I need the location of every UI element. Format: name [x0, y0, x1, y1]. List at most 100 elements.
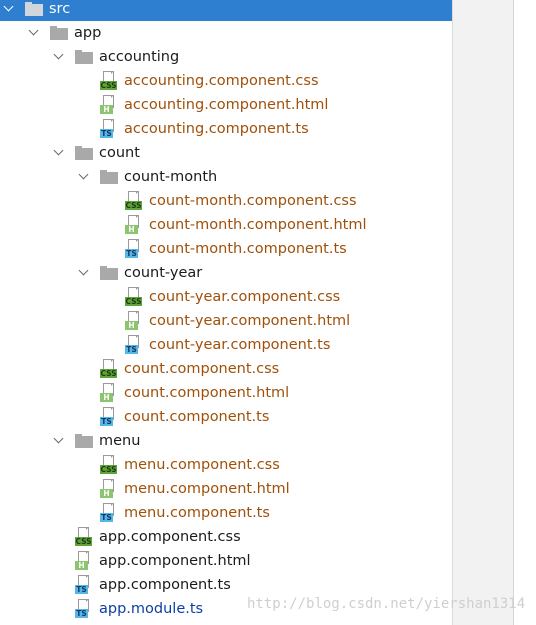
ts-badge: TS: [75, 585, 88, 594]
folder-icon: [75, 146, 93, 160]
css-badge: CSS: [100, 465, 117, 474]
editor-gutter: [452, 0, 514, 625]
css-file-icon: CSS: [100, 359, 118, 379]
tree-item-label: menu.component.ts: [124, 505, 270, 521]
tree-item-label: count-year: [124, 265, 203, 281]
tree-item-label: accounting.component.html: [124, 97, 329, 113]
tree-item-label: accounting.component.css: [124, 73, 319, 89]
tree-item-label: app: [74, 25, 102, 41]
tree-item-label: count.component.css: [124, 361, 280, 377]
chevron-down-icon[interactable]: [78, 169, 89, 180]
html-badge: H: [75, 561, 88, 570]
ts-badge: TS: [125, 345, 138, 354]
tree-file-menu-component-css[interactable]: CSS menu.component.css: [0, 453, 452, 477]
html-file-icon: H: [100, 479, 118, 499]
css-file-icon: CSS: [75, 527, 93, 547]
chevron-down-icon[interactable]: [78, 265, 89, 276]
tree-folder-count[interactable]: count: [0, 141, 452, 165]
tree-item-label: count-month.component.html: [149, 217, 367, 233]
tree-file-app-component-html[interactable]: Happ.component.html: [0, 549, 452, 573]
html-file-icon: H: [100, 383, 118, 403]
ts-file-icon: TS: [100, 407, 118, 427]
ts-file-icon: TS: [100, 119, 118, 139]
tree-folder-accounting[interactable]: accounting: [0, 45, 452, 69]
ts-file-icon: TS: [125, 239, 143, 259]
tree-item-label: accounting: [99, 49, 180, 65]
tree-file-count-component-css[interactable]: CSS count.component.css: [0, 357, 452, 381]
tree-item-label: count-month.component.ts: [149, 241, 347, 257]
chevron-down-icon[interactable]: [3, 1, 14, 12]
tree-item-label: count-year.component.ts: [149, 337, 331, 353]
html-badge: H: [125, 225, 138, 234]
tree-file-app-component-css[interactable]: CSS app.component.css: [0, 525, 452, 549]
tree-file-count-month-component-css[interactable]: CSS count-month.component.css: [0, 189, 452, 213]
tree-file-accounting-component-ts[interactable]: TS accounting.component.ts: [0, 117, 452, 141]
tree-folder-src[interactable]: src: [0, 0, 452, 21]
tree-item-label: app.module.ts: [99, 601, 204, 617]
watermark: http://blog.csdn.net/yiershan1314: [247, 596, 526, 612]
tree-file-count-year-component-html[interactable]: Hcount-year.component.html: [0, 309, 452, 333]
tree-folder-count-month[interactable]: count-month: [0, 165, 452, 189]
tree-file-count-component-ts[interactable]: TS count.component.ts: [0, 405, 452, 429]
ts-file-icon: TS: [125, 335, 143, 355]
css-file-icon: CSS: [125, 287, 143, 307]
chevron-down-icon[interactable]: [53, 49, 64, 60]
folder-icon: [100, 170, 118, 184]
tree-file-count-month-component-ts[interactable]: TS count-month.component.ts: [0, 237, 452, 261]
html-file-icon: H: [125, 311, 143, 331]
html-file-icon: H: [125, 215, 143, 235]
tree-item-label: app.component.css: [99, 529, 241, 545]
chevron-down-icon[interactable]: [53, 433, 64, 444]
html-file-icon: H: [100, 95, 118, 115]
tree-item-label: accounting.component.ts: [124, 121, 309, 137]
html-file-icon: H: [75, 551, 93, 571]
tree-item-label: count-month: [124, 169, 218, 185]
tree-file-accounting-component-css[interactable]: CSS accounting.component.css: [0, 69, 452, 93]
ts-file-icon: TS: [75, 599, 93, 619]
ts-file-icon: TS: [75, 575, 93, 595]
html-badge: H: [100, 105, 113, 114]
css-file-icon: CSS: [100, 455, 118, 475]
tree-file-count-year-component-ts[interactable]: TS count-year.component.ts: [0, 333, 452, 357]
chevron-down-icon[interactable]: [53, 145, 64, 156]
tree-item-label: count-year.component.css: [149, 289, 341, 305]
chevron-down-icon[interactable]: [28, 25, 39, 36]
ts-badge: TS: [75, 609, 88, 618]
css-file-icon: CSS: [100, 71, 118, 91]
css-badge: CSS: [125, 201, 142, 210]
tree-item-label: app.component.ts: [99, 577, 231, 593]
css-badge: CSS: [75, 537, 92, 546]
ts-badge: TS: [100, 513, 113, 522]
tree-item-label: app.component.html: [99, 553, 251, 569]
tree-item-label: count: [99, 145, 140, 161]
tree-file-app-component-ts[interactable]: TS app.component.ts: [0, 573, 452, 597]
tree-item-label: count-year.component.html: [149, 313, 351, 329]
tree-item-label: menu: [99, 433, 141, 449]
css-badge: CSS: [125, 297, 142, 306]
folder-icon: [25, 2, 43, 16]
css-badge: CSS: [100, 81, 117, 90]
css-badge: CSS: [100, 369, 117, 378]
tree-item-label: count-month.component.css: [149, 193, 357, 209]
tree-file-accounting-component-html[interactable]: Haccounting.component.html: [0, 93, 452, 117]
tree-file-menu-component-ts[interactable]: TS menu.component.ts: [0, 501, 452, 525]
tree-item-label: src: [49, 1, 71, 17]
tree-file-count-component-html[interactable]: Hcount.component.html: [0, 381, 452, 405]
tree-file-count-month-component-html[interactable]: Hcount-month.component.html: [0, 213, 452, 237]
tree-item-label: count.component.html: [124, 385, 290, 401]
folder-icon: [75, 434, 93, 448]
right-edge: [514, 0, 536, 625]
html-badge: H: [125, 321, 138, 330]
tree-item-label: count.component.ts: [124, 409, 270, 425]
ts-badge: TS: [100, 129, 113, 138]
folder-icon: [100, 266, 118, 280]
folder-icon: [50, 26, 68, 40]
tree-item-label: menu.component.css: [124, 457, 280, 473]
css-file-icon: CSS: [125, 191, 143, 211]
ts-file-icon: TS: [100, 503, 118, 523]
tree-folder-app[interactable]: app: [0, 21, 452, 45]
tree-folder-count-year[interactable]: count-year: [0, 261, 452, 285]
tree-folder-menu[interactable]: menu: [0, 429, 452, 453]
tree-file-count-year-component-css[interactable]: CSS count-year.component.css: [0, 285, 452, 309]
tree-file-menu-component-html[interactable]: Hmenu.component.html: [0, 477, 452, 501]
